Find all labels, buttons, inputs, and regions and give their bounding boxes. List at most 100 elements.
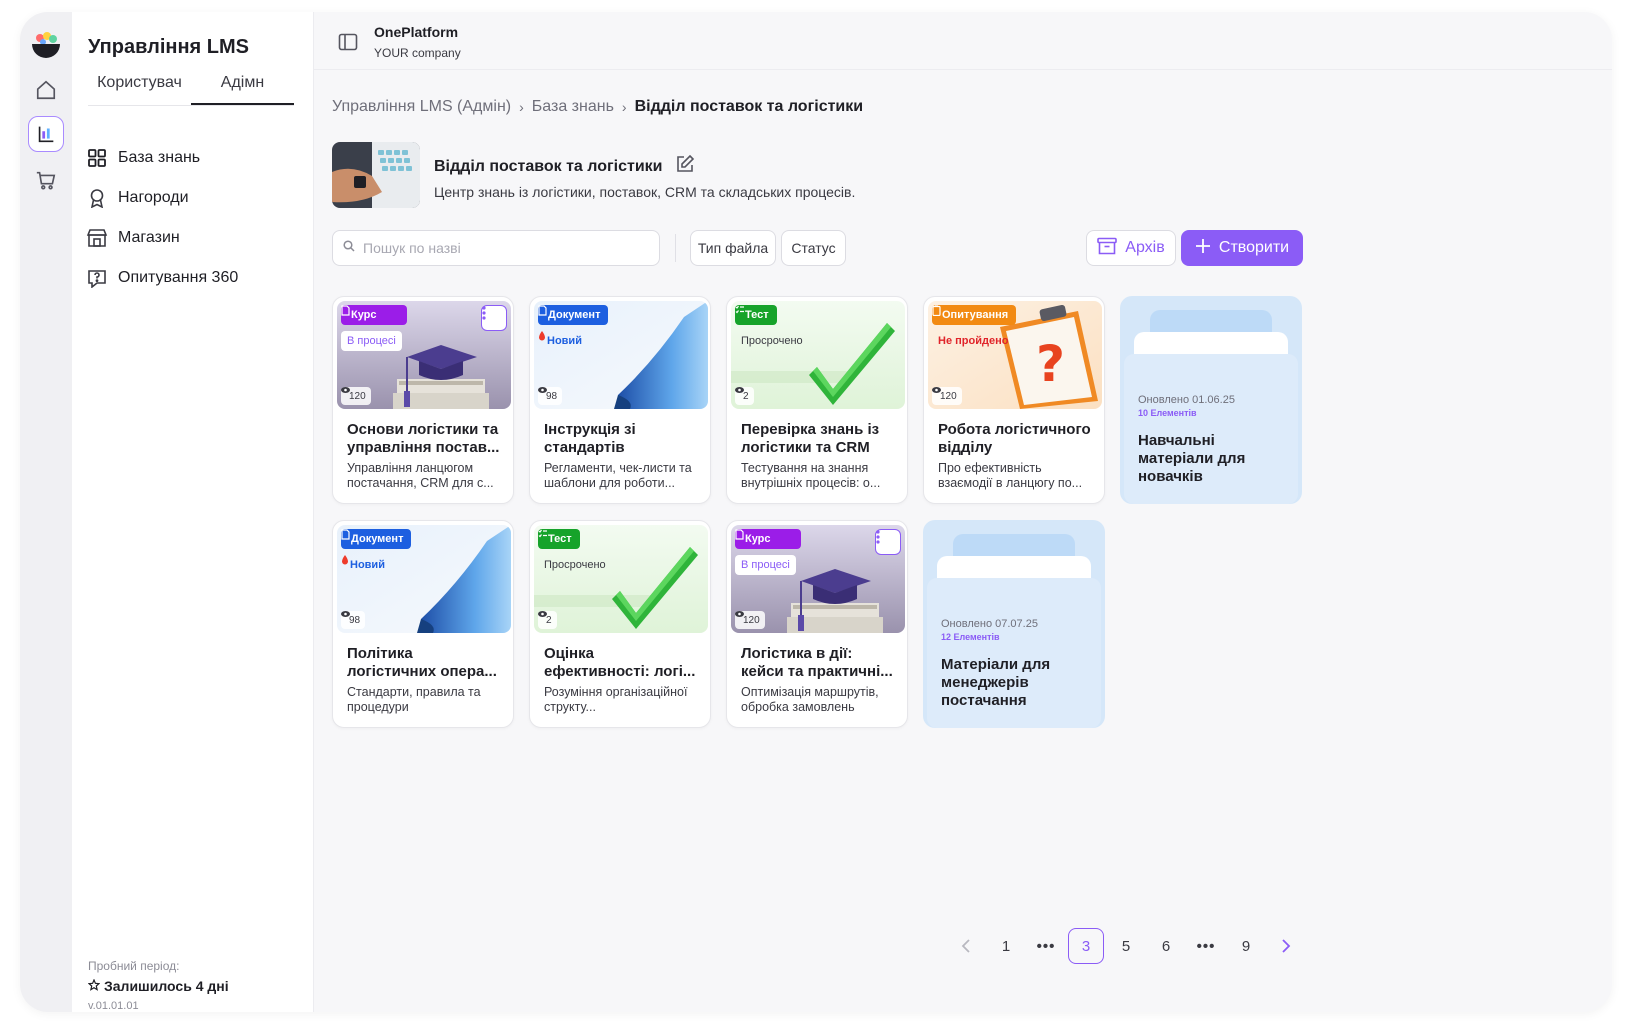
views-value: 98 bbox=[546, 390, 558, 402]
lms-icon[interactable] bbox=[28, 116, 64, 152]
sidebar-item-survey-360[interactable]: Опитування 360 bbox=[86, 258, 296, 298]
sidebar-tabs: Користувач Адімн bbox=[88, 72, 294, 106]
views-count: 120 bbox=[341, 387, 371, 405]
page-button[interactable]: 1 bbox=[986, 928, 1026, 964]
content-card[interactable]: Тест Просрочено 2 Перевірка знань із лог… bbox=[726, 296, 908, 504]
sidebar-toggle-icon[interactable] bbox=[338, 32, 358, 52]
content-card[interactable]: Курс В процесі 120 Логістика в дії: кейс… bbox=[726, 520, 908, 728]
edit-icon[interactable] bbox=[675, 154, 695, 179]
status-badge: В процесі bbox=[341, 331, 402, 351]
folder-card[interactable]: Оновлено 01.06.25 10 Елементів Навчальні… bbox=[1120, 296, 1302, 504]
folder-updated: Оновлено 01.06.25 bbox=[1138, 394, 1235, 406]
filter-status-button[interactable]: Статус bbox=[781, 230, 846, 266]
trial-remaining: Залишилось 4 дні bbox=[87, 978, 229, 994]
archive-icon bbox=[1097, 237, 1118, 260]
card-description: Оптимізація маршрутів, обробка замовлень bbox=[741, 685, 879, 714]
plus-icon bbox=[1195, 238, 1211, 259]
sidebar-item-store[interactable]: Магазин bbox=[86, 218, 296, 258]
award-icon bbox=[86, 187, 108, 209]
content-card[interactable]: Документ Новий 98 Інструкція зі стандарт… bbox=[529, 296, 711, 504]
archive-button[interactable]: Архів bbox=[1086, 230, 1176, 266]
type-label: Документ bbox=[351, 533, 404, 545]
card-thumbnail: Тест Просрочено 2 bbox=[731, 301, 905, 409]
card-thumbnail: ? Опитування Не пройдено 120 bbox=[928, 301, 1102, 409]
page-button-current[interactable]: 3 bbox=[1068, 928, 1104, 964]
card-description: Розуміння організаційної структу... bbox=[544, 685, 688, 714]
card-description: Регламенти, чек-листи та шаблони для роб… bbox=[544, 461, 692, 490]
type-badge: Опитування bbox=[932, 305, 1017, 325]
sidebar-item-label: Нагороди bbox=[118, 189, 189, 206]
sidebar-item-knowledge-base[interactable]: База знань bbox=[86, 138, 296, 178]
app-window: Управління LMS Користувач Адімн База зна… bbox=[20, 12, 1612, 1012]
cart-icon[interactable] bbox=[28, 162, 64, 198]
filter-type-button[interactable]: Тип файла bbox=[690, 230, 776, 266]
breadcrumb: Управління LMS (Адмін) › База знань › Ві… bbox=[332, 98, 863, 116]
page-button[interactable]: 5 bbox=[1106, 928, 1146, 964]
views-count: 98 bbox=[538, 387, 563, 405]
trial-info: Пробний період: Залишилось 4 дні v.01.01… bbox=[87, 959, 229, 1012]
sidebar-item-awards[interactable]: Нагороди bbox=[86, 178, 296, 218]
svg-text:?: ? bbox=[1036, 335, 1065, 393]
folder-count: 10 Елементів bbox=[1138, 408, 1197, 418]
create-button[interactable]: Створити bbox=[1181, 230, 1303, 266]
app-logo-icon[interactable] bbox=[30, 30, 62, 62]
more-options-icon[interactable] bbox=[875, 529, 901, 555]
prev-page-icon[interactable] bbox=[946, 928, 986, 964]
type-badge: Курс bbox=[341, 305, 407, 325]
page-button[interactable]: 6 bbox=[1146, 928, 1186, 964]
search-icon bbox=[343, 239, 355, 257]
star-icon bbox=[87, 978, 101, 994]
type-badge: Курс bbox=[735, 529, 801, 549]
folder-updated: Оновлено 07.07.25 bbox=[941, 618, 1038, 630]
home-icon[interactable] bbox=[28, 72, 64, 108]
card-description: Про ефективність взаємодії в ланцюгу по.… bbox=[938, 461, 1083, 490]
views-count: 2 bbox=[735, 387, 754, 405]
tab-admin[interactable]: Адімн bbox=[191, 72, 294, 105]
trial-value: Залишилось 4 дні bbox=[104, 978, 229, 994]
card-thumbnail: Тест Просрочено 2 bbox=[534, 525, 708, 633]
type-badge: Документ bbox=[341, 529, 412, 549]
content-card[interactable]: Курс В процесі 120 Основи логістики та у… bbox=[332, 296, 514, 504]
search-input[interactable] bbox=[363, 240, 643, 256]
tab-user[interactable]: Користувач bbox=[88, 72, 191, 105]
search-input-wrapper[interactable] bbox=[332, 230, 660, 266]
folder-card[interactable]: Оновлено 07.07.25 12 Елементів Матеріали… bbox=[923, 520, 1105, 728]
type-badge: Тест bbox=[735, 305, 777, 325]
card-title: Перевірка знань із логістики та CRM bbox=[741, 421, 880, 456]
next-page-icon[interactable] bbox=[1266, 928, 1306, 964]
folder-count: 12 Елементів bbox=[941, 632, 1000, 642]
card-thumbnail: Документ Новий 98 bbox=[534, 301, 708, 409]
content-card[interactable]: Тест Просрочено 2 Оцінка ефективності: л… bbox=[529, 520, 711, 728]
page-button[interactable]: 9 bbox=[1226, 928, 1266, 964]
card-title: Політика логістичних опера... bbox=[347, 645, 497, 680]
type-badge: Документ bbox=[538, 305, 609, 325]
create-label: Створити bbox=[1218, 239, 1290, 256]
breadcrumb-item[interactable]: Управління LMS (Адмін) bbox=[332, 98, 511, 116]
department-description: Центр знань із логістики, поставок, CRM … bbox=[434, 184, 856, 200]
card-title: Робота логістичного відділу bbox=[938, 421, 1091, 456]
page-ellipsis[interactable]: ••• bbox=[1186, 928, 1226, 964]
pagination: 1 ••• 3 5 6 ••• 9 bbox=[946, 928, 1306, 964]
content-card[interactable]: Документ Новий 98 Політика логістичних о… bbox=[332, 520, 514, 728]
sidebar-item-label: База знань bbox=[118, 149, 201, 166]
sidebar-title: Управління LMS bbox=[88, 36, 249, 58]
status-badge: Просрочено bbox=[544, 559, 606, 571]
status-badge: Просрочено bbox=[741, 335, 803, 347]
toolbar-divider bbox=[675, 234, 676, 262]
status-label: Новий bbox=[350, 559, 385, 571]
store-icon bbox=[86, 227, 108, 249]
department-image bbox=[332, 142, 420, 208]
views-count: 120 bbox=[932, 387, 962, 405]
page-ellipsis[interactable]: ••• bbox=[1026, 928, 1066, 964]
card-thumbnail: Курс В процесі 120 bbox=[731, 525, 905, 633]
status-badge: В процесі bbox=[735, 555, 796, 575]
content-card[interactable]: ? Опитування Не пройдено 120 Робота логі… bbox=[923, 296, 1105, 504]
views-value: 98 bbox=[349, 614, 361, 626]
card-thumbnail: Документ Новий 98 bbox=[337, 525, 511, 633]
more-options-icon[interactable] bbox=[481, 305, 507, 331]
status-badge: Не пройдено bbox=[938, 335, 1009, 347]
type-label: Тест bbox=[745, 309, 769, 321]
card-description: Тестування на знання внутрішніх процесів… bbox=[741, 461, 881, 490]
breadcrumb-item[interactable]: База знань bbox=[532, 98, 614, 116]
type-badge: Тест bbox=[538, 529, 580, 549]
